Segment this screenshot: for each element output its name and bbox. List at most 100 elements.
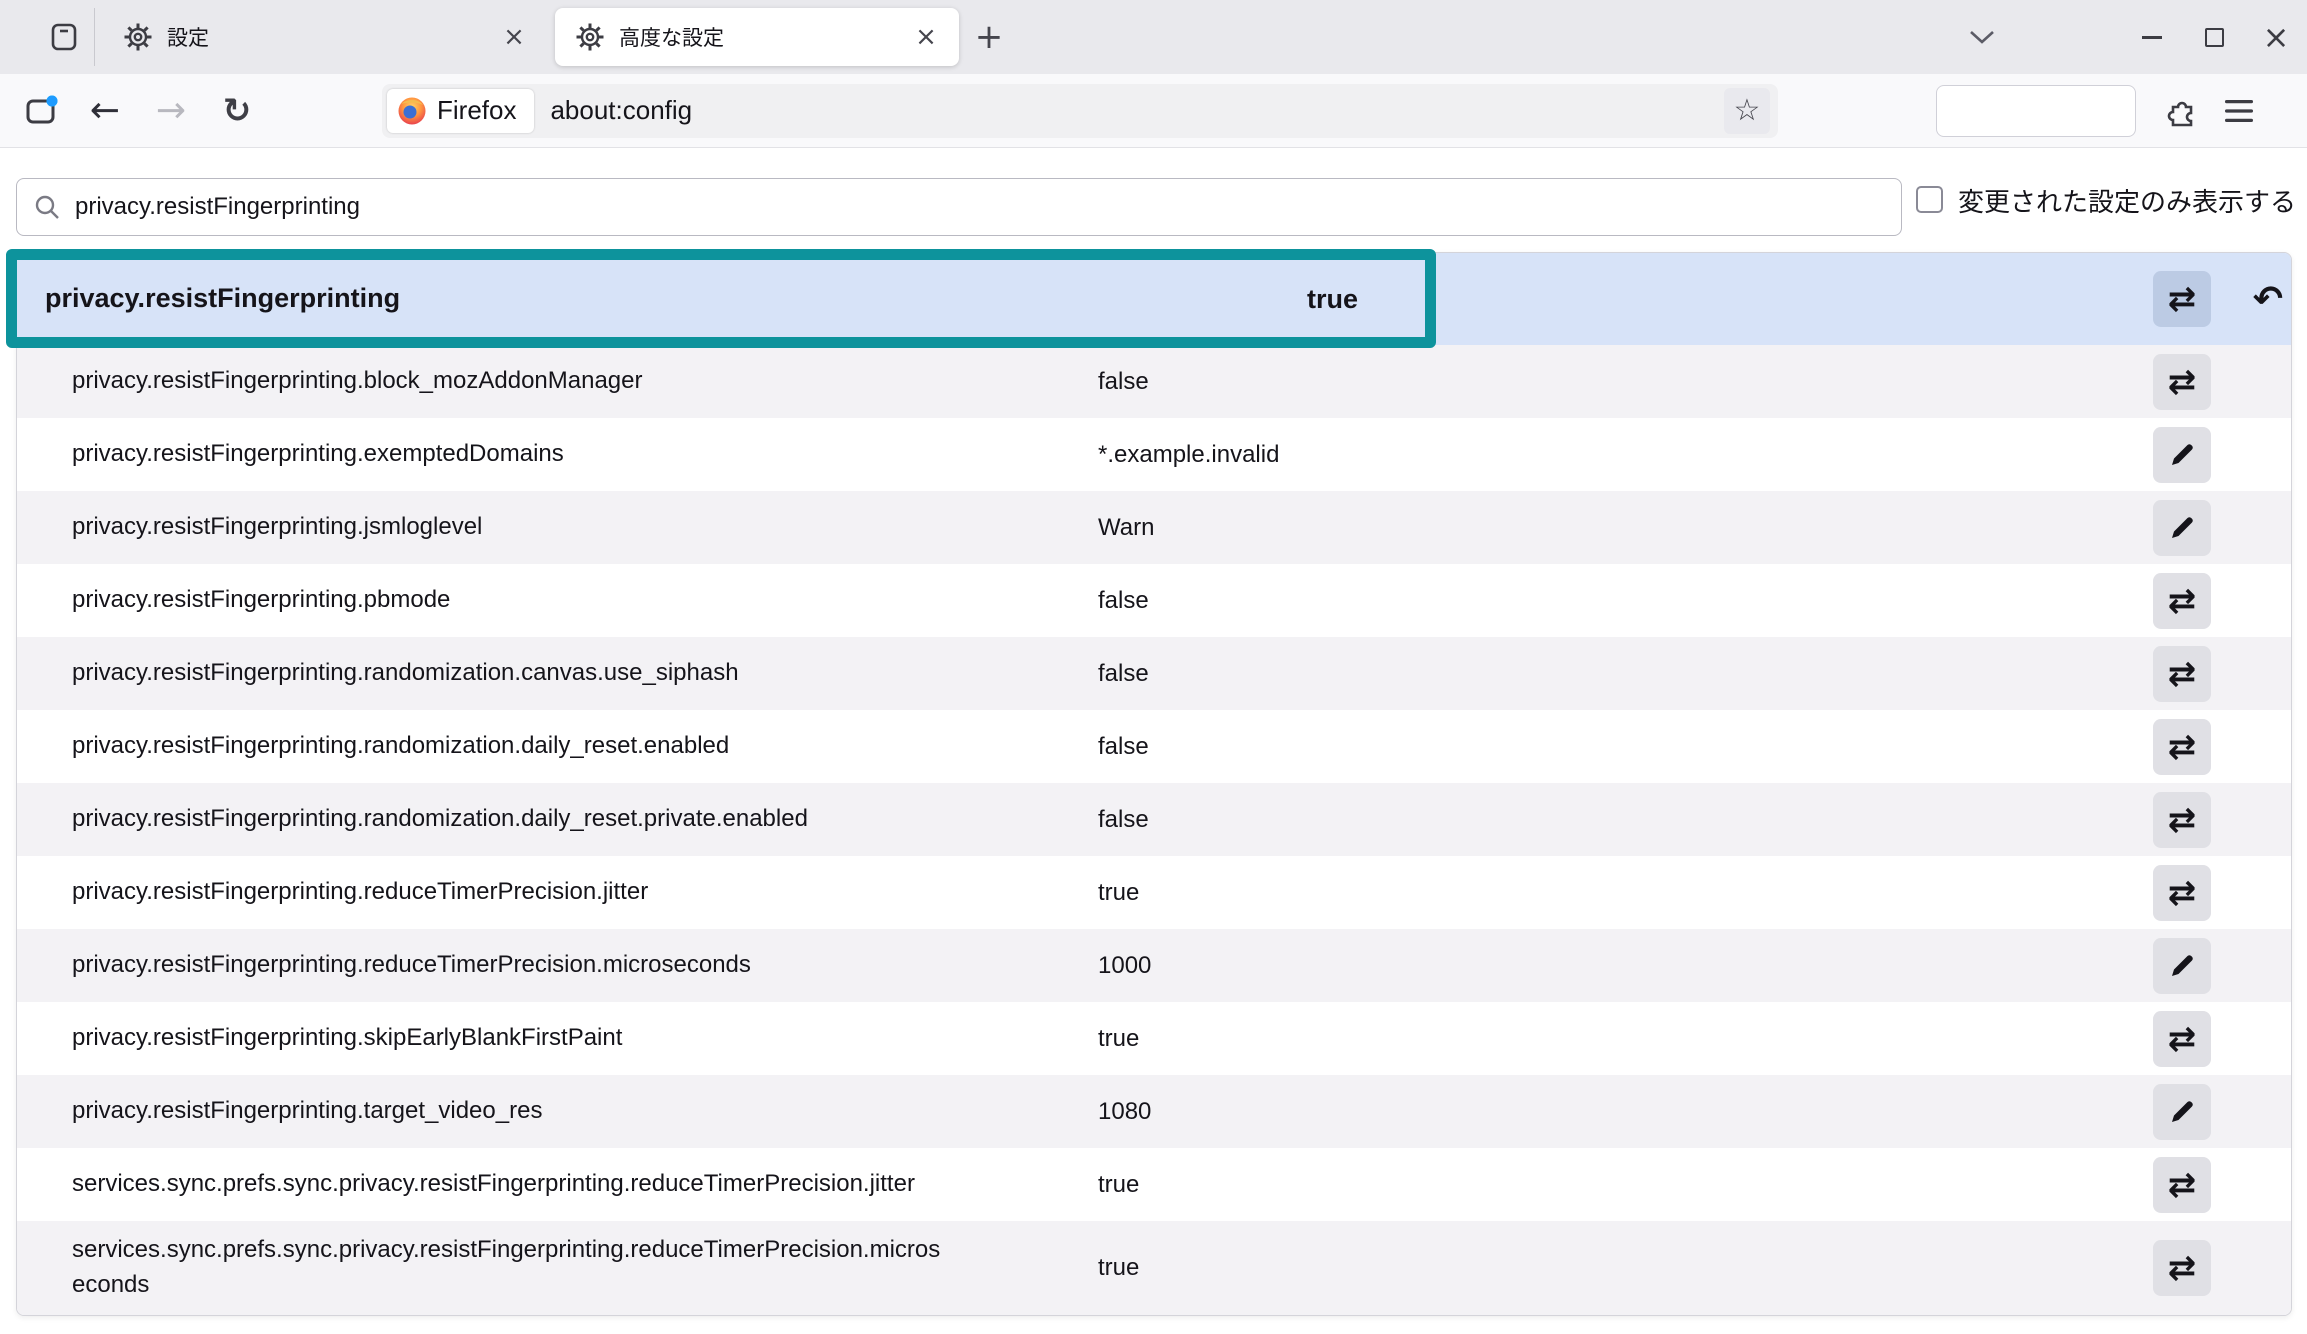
tab-advanced-settings[interactable]: 高度な設定 × [555,8,959,66]
pref-row[interactable]: privacy.resistFingerprinting.jsmloglevel… [17,491,2291,564]
toggle-icon [2168,279,2197,319]
forward-icon: → [156,93,186,129]
pref-row[interactable]: privacy.resistFingerprinting.reduceTimer… [17,929,2291,1002]
pref-row[interactable]: privacy.resistFingerprinting.randomizati… [17,710,2291,783]
pref-row[interactable]: privacy.resistFingerprinting.randomizati… [17,637,2291,710]
toggle-pref-button[interactable] [2153,646,2211,702]
edit-pref-button[interactable] [2153,427,2211,483]
gear-icon [575,22,605,52]
tab-overview-button[interactable] [36,9,92,65]
toggle-icon [2168,727,2197,767]
pref-value: false [1098,660,1149,688]
tab-settings[interactable]: 設定 × [103,8,547,66]
minimize-icon [2142,36,2162,39]
toggle-pref-button[interactable] [2153,792,2211,848]
toggle-pref-button[interactable] [2153,1240,2211,1296]
pref-name: services.sync.prefs.sync.privacy.resistF… [72,1167,915,1202]
show-modified-only-checkbox[interactable] [1916,186,1943,213]
pref-search-value: privacy.resistFingerprinting [75,193,360,221]
pref-row[interactable]: privacy.resistFingerprinting.block_mozAd… [17,345,2291,418]
firefox-logo-icon [397,96,427,126]
back-icon: ← [90,93,120,129]
toggle-pref-button[interactable] [2153,1011,2211,1067]
gear-icon [123,22,153,52]
pref-row[interactable]: privacy.resistFingerprinting.pbmode fals… [17,564,2291,637]
tab-label: 高度な設定 [619,22,907,52]
preferences-table: privacy.resistFingerprinting true privac… [16,252,2292,1316]
url-bar[interactable]: Firefox about:config ☆ [382,84,1778,138]
pref-name: privacy.resistFingerprinting.randomizati… [72,802,808,837]
pref-row[interactable]: privacy.resistFingerprinting.randomizati… [17,783,2291,856]
pencil-icon [2168,514,2196,542]
close-window-button[interactable]: × [2245,0,2307,74]
toggle-icon [2168,1165,2197,1205]
close-tab-icon[interactable]: × [495,18,533,56]
pref-value: 1000 [1098,952,1151,980]
pref-value: true [1098,1025,1139,1053]
list-all-tabs-button[interactable] [1969,11,2021,63]
reset-pref-button[interactable] [2239,271,2292,327]
pref-name: privacy.resistFingerprinting.target_vide… [72,1094,542,1129]
toggle-icon [2168,873,2197,913]
minimize-button[interactable] [2121,0,2183,74]
pref-name: privacy.resistFingerprinting.skipEarlyBl… [72,1021,622,1056]
hamburger-menu-icon [2224,99,2254,123]
pref-name: privacy.resistFingerprinting.block_mozAd… [72,364,643,399]
forward-button[interactable]: → [146,86,196,136]
edit-pref-button[interactable] [2153,1084,2211,1140]
pref-row[interactable]: privacy.resistFingerprinting.reduceTimer… [17,856,2291,929]
reload-button[interactable]: ↻ [212,86,262,136]
app-menu-button[interactable] [2214,86,2264,136]
toggle-pref-button[interactable] [2153,271,2211,327]
pref-value: true [1098,1171,1139,1199]
pref-value: false [1098,806,1149,834]
pref-row[interactable]: services.sync.prefs.sync.privacy.resistF… [17,1221,2291,1315]
pref-value: 1080 [1098,1098,1151,1126]
pref-value: true [1307,284,1358,315]
toggle-icon [2168,362,2197,402]
pencil-icon [2168,1098,2196,1126]
pref-name: privacy.resistFingerprinting.randomizati… [72,729,729,764]
maximize-icon [2205,28,2224,47]
pref-value: true [1098,879,1139,907]
pref-row-selected[interactable]: privacy.resistFingerprinting true [17,253,2291,345]
toolbar-search-field[interactable] [1936,85,2136,137]
tab-overview-icon [48,21,80,53]
edit-pref-button[interactable] [2153,938,2211,994]
pref-value: false [1098,368,1149,396]
toggle-pref-button[interactable] [2153,1157,2211,1213]
pref-value: Warn [1098,514,1154,542]
pencil-icon [2168,441,2196,469]
close-tab-icon[interactable]: × [907,18,945,56]
back-button[interactable]: ← [80,86,130,136]
bookmark-star-icon[interactable]: ☆ [1724,88,1770,134]
pref-row[interactable]: privacy.resistFingerprinting.exemptedDom… [17,418,2291,491]
pref-name: privacy.resistFingerprinting.pbmode [72,583,450,618]
toggle-pref-button[interactable] [2153,573,2211,629]
pref-name: privacy.resistFingerprinting.jsmloglevel [72,510,482,545]
toggle-pref-button[interactable] [2153,719,2211,775]
extensions-button[interactable] [2158,86,2208,136]
pref-name: privacy.resistFingerprinting.reduceTimer… [72,948,751,983]
identity-chip-label: Firefox [437,95,516,126]
pref-name: services.sync.prefs.sync.privacy.resistF… [72,1233,952,1303]
toggle-pref-button[interactable] [2153,354,2211,410]
identity-chip[interactable]: Firefox [387,89,534,133]
url-text: about:config [550,95,1724,126]
pref-row[interactable]: privacy.resistFingerprinting.skipEarlyBl… [17,1002,2291,1075]
toggle-icon [2168,581,2197,621]
pref-search-input[interactable]: privacy.resistFingerprinting [16,178,1902,236]
pref-row[interactable]: services.sync.prefs.sync.privacy.resistF… [17,1148,2291,1221]
pencil-icon [2168,952,2196,980]
new-tab-button[interactable]: + [965,13,1013,61]
toggle-pref-button[interactable] [2153,865,2211,921]
chevron-down-icon [1969,29,2021,45]
maximize-button[interactable] [2183,0,2245,74]
pref-value: false [1098,587,1149,615]
pref-row[interactable]: privacy.resistFingerprinting.target_vide… [17,1075,2291,1148]
show-modified-only-label: 変更された設定のみ表示する [1958,182,2296,219]
toggle-icon [2168,1019,2197,1059]
edit-pref-button[interactable] [2153,500,2211,556]
toggle-icon [2168,1248,2197,1288]
firefox-view-button[interactable] [16,86,66,136]
